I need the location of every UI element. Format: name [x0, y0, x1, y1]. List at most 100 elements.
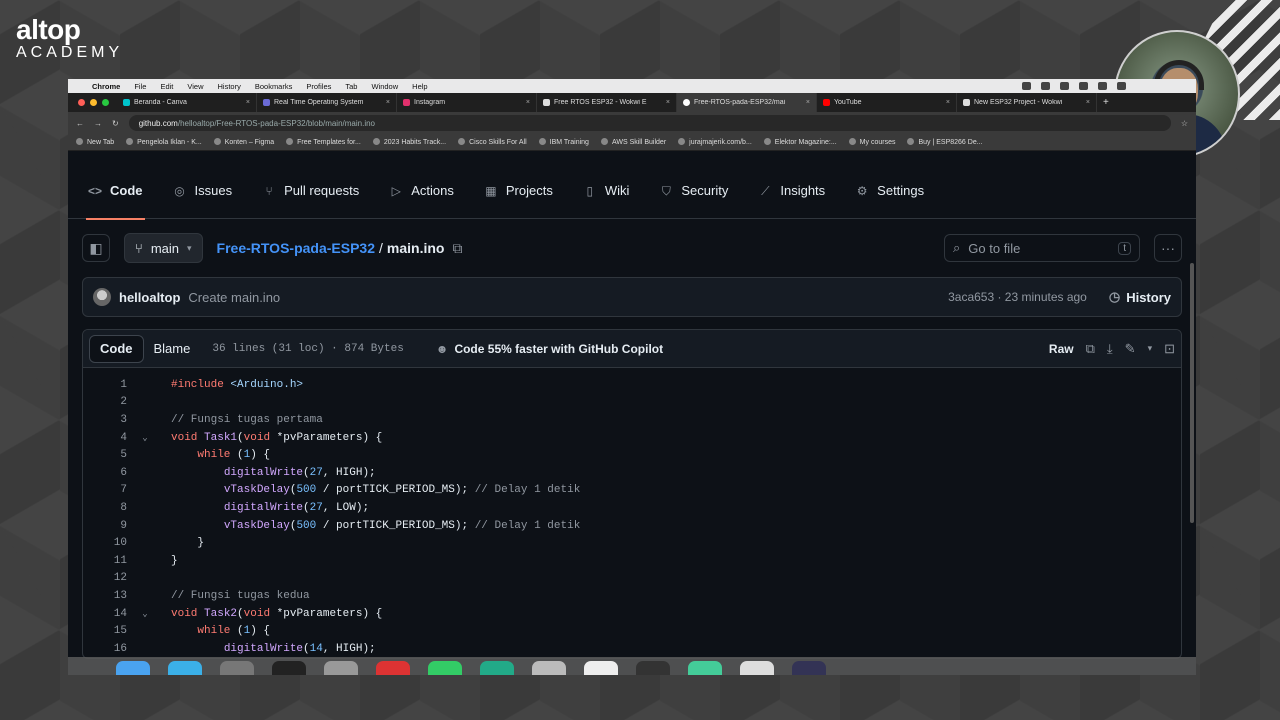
fold-chevron-icon[interactable]: ⌄	[133, 609, 157, 619]
browser-tab[interactable]: New ESP32 Project - Wokwi ×	[957, 93, 1097, 112]
bookmark-item[interactable]: 2023 Habits Track...	[373, 138, 446, 146]
close-tab-icon[interactable]: ×	[386, 99, 390, 106]
minimize-window-icon[interactable]	[90, 99, 97, 106]
dock-app-icon[interactable]	[168, 661, 202, 675]
tab-code[interactable]: <> Code	[86, 163, 144, 220]
avatar[interactable]	[93, 288, 111, 306]
close-tab-icon[interactable]: ×	[246, 99, 250, 106]
menu-history[interactable]: History	[218, 82, 241, 91]
copy-icon[interactable]: ⧉	[1086, 341, 1095, 357]
bookmark-item[interactable]: Buy | ESP8266 De...	[907, 138, 982, 146]
line-number[interactable]: 11	[83, 555, 133, 567]
tab-actions[interactable]: ▷ Actions	[389, 163, 454, 219]
menu-profiles[interactable]: Profiles	[306, 82, 331, 91]
line-number[interactable]: 12	[83, 572, 133, 584]
go-to-file-input[interactable]: ⌕ Go to file t	[944, 234, 1140, 262]
line-number[interactable]: 15	[83, 625, 133, 637]
line-number[interactable]: 8	[83, 502, 133, 514]
dock-app-icon[interactable]	[116, 661, 150, 675]
commit-meta[interactable]: 3aca653 · 23 minutes ago	[948, 290, 1087, 304]
download-icon[interactable]: ⤓	[1107, 341, 1113, 357]
commit-message[interactable]: Create main.ino	[188, 290, 280, 305]
fold-chevron-icon[interactable]: ⌄	[133, 433, 157, 443]
bookmark-item[interactable]: jurajmajerik.com/b...	[678, 138, 752, 146]
bookmark-item[interactable]: Elektor Magazine:...	[764, 138, 837, 146]
url-field[interactable]: github.com/helloaltop/Free-RTOS-pada-ESP…	[128, 115, 1171, 131]
history-button[interactable]: ◷ History	[1109, 289, 1171, 305]
line-number[interactable]: 9	[83, 520, 133, 532]
dock-app-icon[interactable]	[480, 661, 514, 675]
menu-view[interactable]: View	[187, 82, 203, 91]
menu-window[interactable]: Window	[371, 82, 398, 91]
star-icon[interactable]: ☆	[1181, 119, 1188, 128]
dock-app-icon[interactable]	[792, 661, 826, 675]
line-number[interactable]: 16	[83, 643, 133, 655]
line-number[interactable]: 13	[83, 590, 133, 602]
maximize-window-icon[interactable]	[102, 99, 109, 106]
status-icon[interactable]	[1022, 82, 1031, 90]
bookmark-item[interactable]: IBM Training	[539, 138, 589, 146]
blame-view-button[interactable]: Blame	[144, 335, 201, 363]
status-icon[interactable]	[1060, 82, 1069, 90]
dock-app-icon[interactable]	[428, 661, 462, 675]
dock-app-icon[interactable]	[272, 661, 306, 675]
dock-app-icon[interactable]	[376, 661, 410, 675]
tab-issues[interactable]: ◎ Issues	[173, 163, 232, 219]
line-number[interactable]: 6	[83, 467, 133, 479]
tab-projects[interactable]: ▦ Projects	[484, 163, 553, 219]
line-number[interactable]: 1	[83, 379, 133, 391]
new-tab-icon[interactable]: +	[1097, 97, 1109, 108]
menu-help[interactable]: Help	[412, 82, 427, 91]
more-options-button[interactable]: ···	[1154, 234, 1182, 262]
tab-settings[interactable]: ⚙ Settings	[855, 163, 924, 219]
dock-app-icon[interactable]	[688, 661, 722, 675]
browser-tab[interactable]: Beranda - Canva ×	[117, 93, 257, 112]
bookmark-item[interactable]: New Tab	[76, 138, 114, 146]
browser-tab-active[interactable]: Free-RTOS-pada-ESP32/mai ×	[677, 93, 817, 112]
line-number[interactable]: 7	[83, 484, 133, 496]
forward-icon[interactable]: →	[94, 119, 102, 128]
reload-icon[interactable]: ↻	[112, 119, 119, 128]
line-number[interactable]: 4	[83, 432, 133, 444]
menu-tab[interactable]: Tab	[345, 82, 357, 91]
commit-author[interactable]: helloaltop	[119, 290, 180, 305]
browser-tab[interactable]: Real Time Operating System ×	[257, 93, 397, 112]
line-number[interactable]: 3	[83, 414, 133, 426]
line-number[interactable]: 5	[83, 449, 133, 461]
tab-wiki[interactable]: ▯ Wiki	[583, 163, 630, 219]
close-tab-icon[interactable]: ×	[946, 99, 950, 106]
symbols-panel-icon[interactable]: ⊡	[1164, 341, 1175, 357]
browser-tab[interactable]: Instagram ×	[397, 93, 537, 112]
tab-pull-requests[interactable]: ⑂ Pull requests	[262, 163, 359, 219]
menu-file[interactable]: File	[134, 82, 146, 91]
wifi-icon[interactable]	[1098, 82, 1107, 90]
dock-app-icon[interactable]	[584, 661, 618, 675]
menu-bookmarks[interactable]: Bookmarks	[255, 82, 293, 91]
bookmark-item[interactable]: AWS Skill Builder	[601, 138, 666, 146]
dock-app-icon[interactable]	[636, 661, 670, 675]
back-icon[interactable]: ←	[76, 119, 84, 128]
line-number[interactable]: 2	[83, 396, 133, 408]
dock-app-icon[interactable]	[220, 661, 254, 675]
bookmark-item[interactable]: My courses	[849, 138, 896, 146]
dock-app-icon[interactable]	[740, 661, 774, 675]
bookmark-item[interactable]: Free Templates for...	[286, 138, 361, 146]
close-tab-icon[interactable]: ×	[1086, 99, 1090, 106]
browser-tab[interactable]: Free RTOS ESP32 - Wokwi E ×	[537, 93, 677, 112]
close-tab-icon[interactable]: ×	[806, 99, 810, 106]
raw-button[interactable]: Raw	[1049, 342, 1074, 356]
dock-app-icon[interactable]	[532, 661, 566, 675]
bookmark-item[interactable]: Pengelola Iklan - K...	[126, 138, 202, 146]
line-number[interactable]: 14	[83, 608, 133, 620]
search-icon[interactable]	[1117, 82, 1126, 90]
menu-app-name[interactable]: Chrome	[92, 82, 120, 91]
line-number[interactable]: 10	[83, 537, 133, 549]
pencil-icon[interactable]: ✎	[1125, 341, 1136, 357]
bookmark-item[interactable]: Cisco Skills For All	[458, 138, 527, 146]
scrollbar[interactable]	[1190, 263, 1194, 523]
repo-link[interactable]: Free-RTOS-pada-ESP32	[217, 240, 375, 256]
tab-insights[interactable]: ⟋ Insights	[758, 163, 825, 219]
code-view-button[interactable]: Code	[89, 334, 144, 363]
chevron-down-icon[interactable]: ▾	[1148, 343, 1153, 354]
toggle-sidebar-button[interactable]: ◧	[82, 234, 110, 262]
